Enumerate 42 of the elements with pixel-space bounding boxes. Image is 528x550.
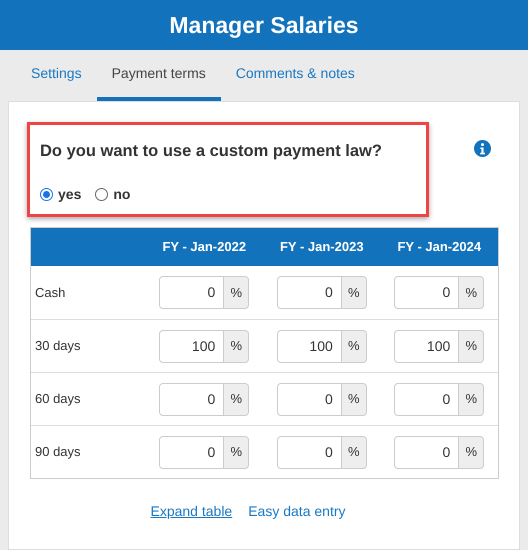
percent-addon: % xyxy=(224,436,250,468)
percent-addon: % xyxy=(342,276,367,309)
percent-field[interactable]: 100 xyxy=(159,330,224,362)
page-title: Manager Salaries xyxy=(169,10,359,40)
percent-field[interactable]: 0 xyxy=(276,436,342,468)
row-label: 90 days xyxy=(34,443,82,462)
column-header: FY - Jan-2023 xyxy=(278,238,365,256)
row-label: 30 days xyxy=(34,337,82,356)
radio-label[interactable]: yes xyxy=(58,184,82,205)
radio-button[interactable] xyxy=(40,188,53,201)
info-icon[interactable] xyxy=(474,140,491,157)
column-header: FY - Jan-2024 xyxy=(396,238,482,256)
percent-addon: % xyxy=(342,436,367,468)
percent-addon: % xyxy=(459,436,484,468)
percent-addon: % xyxy=(224,382,250,416)
percent-field[interactable]: 100 xyxy=(394,330,460,362)
radio-button[interactable] xyxy=(95,188,108,201)
percent-addon: % xyxy=(342,382,367,416)
question-text: Do you want to use a custom payment law? xyxy=(40,141,383,162)
percent-addon: % xyxy=(342,330,367,362)
percent-addon: % xyxy=(224,330,250,362)
percent-addon: % xyxy=(459,276,484,309)
tab[interactable]: Settings xyxy=(16,50,97,101)
percent-field[interactable]: 0 xyxy=(159,276,224,309)
percent-field[interactable]: 0 xyxy=(276,276,342,309)
link[interactable]: Expand table xyxy=(150,501,232,522)
row-label: 60 days xyxy=(34,390,82,408)
radio-label[interactable]: no xyxy=(113,184,130,205)
percent-addon: % xyxy=(459,382,484,416)
percent-addon: % xyxy=(224,276,250,309)
percent-field[interactable]: 0 xyxy=(159,436,224,468)
column-header: FY - Jan-2022 xyxy=(161,238,248,256)
percent-addon: % xyxy=(459,330,484,362)
percent-field[interactable]: 0 xyxy=(276,382,342,416)
percent-field[interactable]: 0 xyxy=(159,382,224,416)
percent-field[interactable]: 0 xyxy=(394,276,460,309)
percent-field[interactable]: 0 xyxy=(394,436,460,468)
link[interactable]: Easy data entry xyxy=(248,501,346,522)
percent-field[interactable]: 100 xyxy=(276,330,342,362)
tab[interactable]: Comments & notes xyxy=(220,50,370,101)
percent-field[interactable]: 0 xyxy=(394,382,460,416)
row-label: Cash xyxy=(34,284,66,302)
